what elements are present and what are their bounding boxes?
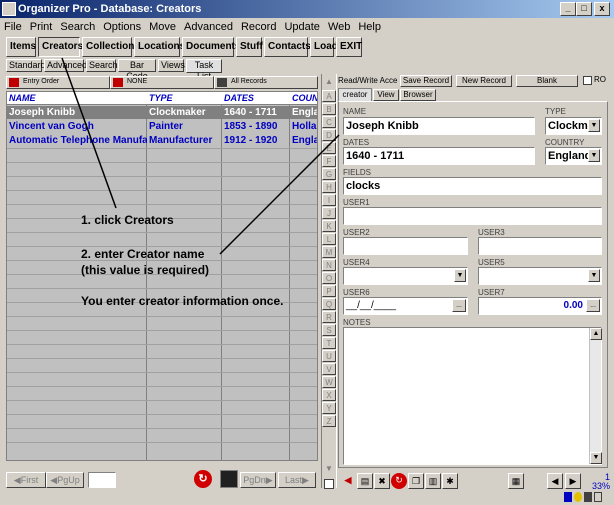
annotation-step2: 2. enter Creator name xyxy=(81,247,205,261)
annotation-line-name xyxy=(219,134,340,255)
annotation-step1: 1. click Creators xyxy=(81,213,174,227)
annotation-line-creators xyxy=(61,57,117,209)
annotation-step2-note: (this value is required) xyxy=(81,263,210,277)
annotation-summary: You enter creator information once. xyxy=(81,294,284,308)
